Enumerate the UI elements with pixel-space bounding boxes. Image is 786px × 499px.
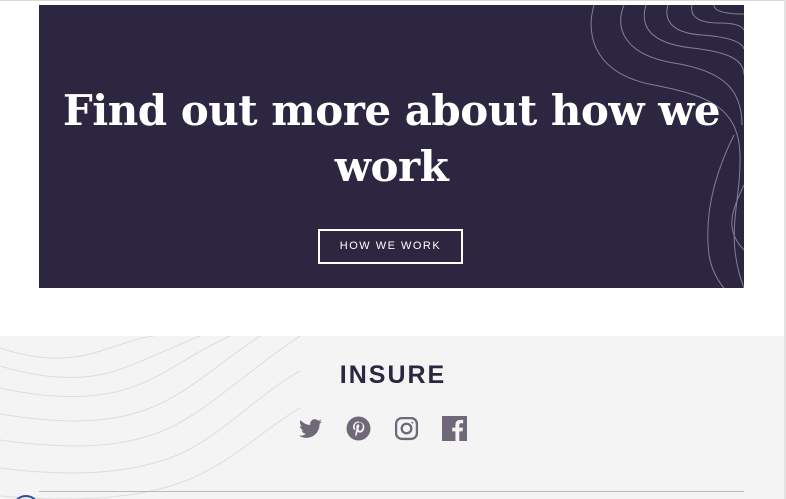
top-border [0,0,786,1]
instagram-icon[interactable] [394,416,419,441]
twitter-icon[interactable] [298,416,323,441]
facebook-icon[interactable] [442,416,467,441]
insure-logo[interactable]: INSURE [0,361,786,390]
footer: INSURE [0,336,786,499]
how-we-work-button[interactable]: HOW WE WORK [318,229,463,264]
footer-divider [39,491,744,492]
cta-heading-line-1: Find out more about how we [62,86,721,135]
cta-heading: Find out more about how we work [39,83,744,195]
pinterest-icon[interactable] [346,416,371,441]
cta-heading-line-2: work [334,142,449,191]
how-we-work-cta-section: Find out more about how we work HOW WE W… [39,5,744,288]
page: Find out more about how we work HOW WE W… [0,0,786,499]
social-links [298,416,467,441]
